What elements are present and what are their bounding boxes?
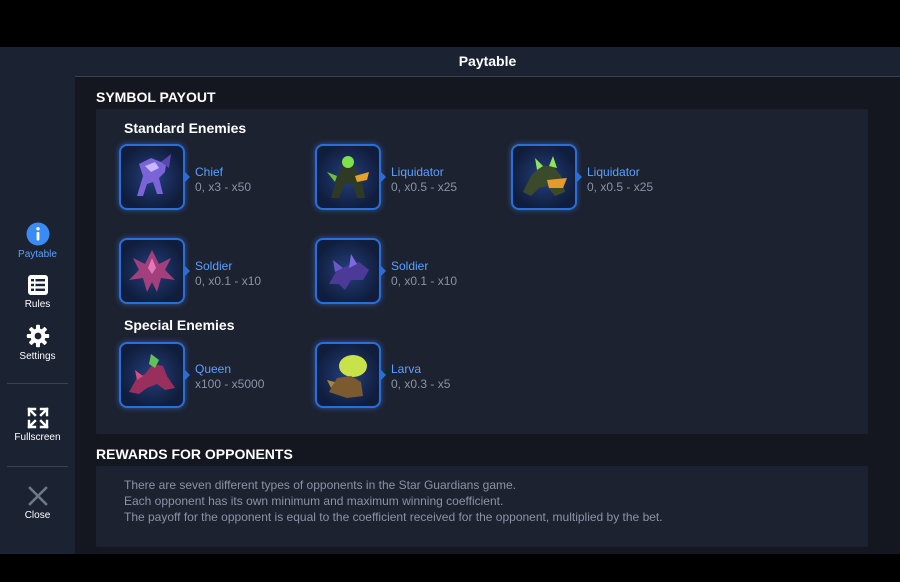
symbol-payout: 0, x0.3 - x5 xyxy=(391,377,451,391)
symbol-payout: 0, x0.5 - x25 xyxy=(587,180,654,194)
liquidator-symbol-icon xyxy=(511,144,577,210)
symbol-payout: 0, x0.5 - x25 xyxy=(391,180,458,194)
paytable-window: Paytable Rules Settings Fullscreen Close… xyxy=(0,47,900,554)
sidebar-item-label: Close xyxy=(24,510,51,521)
section-title-symbol-payout: SYMBOL PAYOUT xyxy=(96,89,216,105)
symbol-name: Soldier xyxy=(195,259,233,273)
queen-symbol-icon xyxy=(119,342,185,408)
soldier-symbol-icon xyxy=(315,238,381,304)
symbol-name: Liquidator xyxy=(587,165,640,179)
symbol-pointer xyxy=(577,172,582,182)
symbol-name: Larva xyxy=(391,362,422,376)
section-title-rewards: REWARDS FOR OPPONENTS xyxy=(96,446,293,462)
rewards-text-line: Each opponent has its own minimum and ma… xyxy=(124,494,504,508)
sidebar-item-rules[interactable]: Rules xyxy=(0,274,75,310)
symbol-payout: x100 - x5000 xyxy=(195,377,265,391)
symbol-pointer xyxy=(381,172,386,182)
sidebar-item-fullscreen[interactable]: Fullscreen xyxy=(0,407,75,443)
list-icon xyxy=(27,275,48,295)
symbol-pointer xyxy=(185,266,190,276)
gear-icon xyxy=(26,324,49,348)
sidebar-item-settings[interactable]: Settings xyxy=(0,324,75,362)
rewards-text-line: The payoff for the opponent is equal to … xyxy=(124,510,663,524)
window-title: Paytable xyxy=(75,47,900,77)
symbol-name: Soldier xyxy=(391,259,429,273)
close-icon xyxy=(27,486,48,506)
chief-symbol-icon xyxy=(119,144,185,210)
info-icon xyxy=(26,222,49,246)
symbol-payout: 0, x0.1 - x10 xyxy=(195,274,262,288)
sidebar-item-paytable[interactable]: Paytable xyxy=(0,222,75,260)
symbol-name: Chief xyxy=(195,165,224,179)
liquidator-symbol-icon xyxy=(315,144,381,210)
standard-enemies-heading: Standard Enemies xyxy=(124,120,247,136)
symbol-payout: 0, x3 - x50 xyxy=(195,180,252,194)
sidebar-item-close[interactable]: Close xyxy=(0,485,75,521)
sidebar-divider xyxy=(7,383,68,384)
sidebar-item-label: Paytable xyxy=(18,249,57,260)
sidebar-divider xyxy=(7,466,68,467)
symbol-pointer xyxy=(381,266,386,276)
expand-icon xyxy=(26,407,49,429)
symbol-payout: 0, x0.1 - x10 xyxy=(391,274,458,288)
sidebar-item-label: Fullscreen xyxy=(14,432,61,443)
symbol-name: Queen xyxy=(195,362,232,376)
symbol-pointer xyxy=(185,370,190,380)
larva-symbol-icon xyxy=(315,342,381,408)
symbol-pointer xyxy=(381,370,386,380)
sidebar: Paytable Rules Settings Fullscreen Close xyxy=(0,47,75,554)
sidebar-item-label: Settings xyxy=(19,351,56,362)
sidebar-item-label: Rules xyxy=(24,299,51,310)
soldier-symbol-icon xyxy=(119,238,185,304)
symbol-pointer xyxy=(185,172,190,182)
special-enemies-heading: Special Enemies xyxy=(124,317,235,333)
rewards-text-line: There are seven different types of oppon… xyxy=(124,478,517,492)
symbol-name: Liquidator xyxy=(391,165,444,179)
